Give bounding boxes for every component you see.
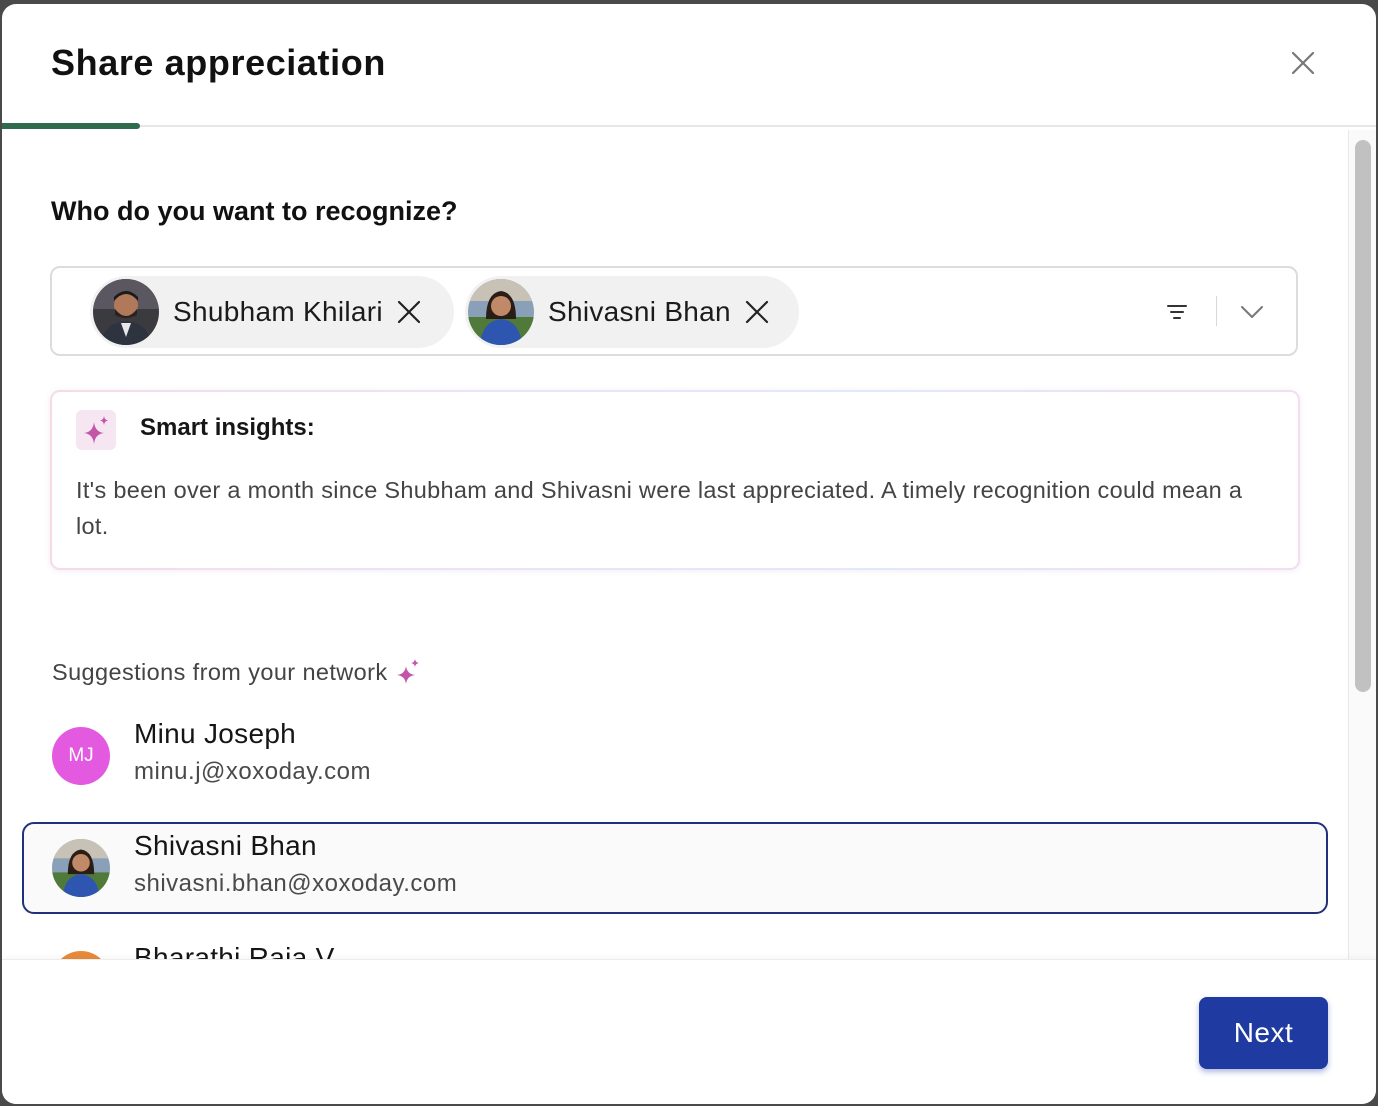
suggestion-name: Shivasni Bhan <box>134 830 317 861</box>
suggestion-email: minu.j@xoxoday.com <box>134 758 371 785</box>
remove-chip-icon[interactable] <box>395 298 423 326</box>
modal-body: Who do you want to recognize? Shubham Kh… <box>2 130 1376 959</box>
modal-footer: Next <box>2 959 1376 1104</box>
suggestion-item[interactable]: MJ Minu Joseph minu.j@xoxoday.com <box>22 710 1328 802</box>
picker-divider <box>1216 296 1217 326</box>
modal-header: Share appreciation <box>2 4 1376 126</box>
avatar <box>93 279 159 345</box>
close-button[interactable] <box>1284 44 1322 82</box>
share-appreciation-modal: Share appreciation Who do you want to re… <box>2 4 1376 1104</box>
selected-chip-shivasni: Shivasni Bhan <box>465 276 799 348</box>
avatar <box>52 839 110 897</box>
selected-chip-shubham: Shubham Khilari <box>90 276 454 348</box>
suggestion-email: shivasni.bhan@xoxoday.com <box>134 870 458 897</box>
suggestions-heading-label: Suggestions from your network <box>52 658 388 685</box>
insight-text: It's been over a month since Shubham and… <box>76 477 1243 539</box>
scrollbar-thumb[interactable] <box>1355 140 1371 692</box>
avatar: MJ <box>52 727 110 785</box>
suggestion-item-selected[interactable]: Shivasni Bhan shivasni.bhan@xoxoday.com <box>22 822 1328 914</box>
suggestions-heading: Suggestions from your network <box>52 658 422 686</box>
avatar <box>52 951 110 959</box>
remove-chip-icon[interactable] <box>743 298 771 326</box>
recognize-question: Who do you want to recognize? <box>51 196 458 226</box>
suggestion-name: Minu Joseph <box>134 718 297 749</box>
chip-label: Shivasni Bhan <box>548 296 731 327</box>
close-icon <box>1291 51 1315 75</box>
chevron-down-icon[interactable] <box>1238 298 1266 326</box>
insight-title: Smart insights: <box>140 414 315 441</box>
sparkle-icon <box>76 410 116 450</box>
chip-label: Shubham Khilari <box>173 296 383 327</box>
smart-insights-card: Smart insights: It's been over a month s… <box>50 390 1300 570</box>
suggestion-name: Bharathi Raja V <box>134 942 335 959</box>
step-progress-fill <box>2 123 140 129</box>
suggestion-item[interactable]: Bharathi Raja V <box>22 934 1328 959</box>
avatar <box>468 279 534 345</box>
step-progress-track <box>2 125 1376 127</box>
filter-icon[interactable] <box>1165 300 1189 324</box>
next-button[interactable]: Next <box>1199 997 1328 1069</box>
recipient-picker[interactable]: Shubham Khilari Shivasni Bhan <box>50 266 1298 356</box>
modal-title: Share appreciation <box>51 42 386 83</box>
sparkle-icon <box>396 659 419 684</box>
